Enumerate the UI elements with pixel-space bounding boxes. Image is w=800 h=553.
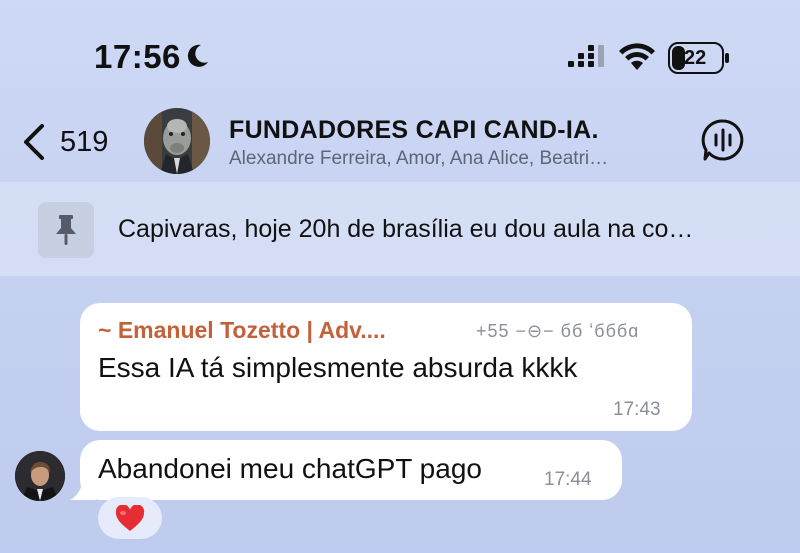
message-bubble[interactable]: ~ Emanuel Tozetto | Adv.... +55 −⊖− бб ʻ… bbox=[80, 303, 692, 431]
wifi-icon bbox=[619, 43, 655, 70]
back-button[interactable]: 519 bbox=[20, 120, 108, 164]
cellular-signal-icon bbox=[568, 45, 604, 67]
chevron-left-icon bbox=[24, 124, 44, 160]
pinned-message-text: Capivaras, hoje 20h de brasília eu dou a… bbox=[118, 215, 694, 243]
message-time: 17:44 bbox=[544, 469, 592, 490]
message-text: Essa IA tá simplesmente absurda kkkk bbox=[98, 352, 578, 383]
moon-icon bbox=[187, 44, 208, 67]
message-sender-line: ~ Emanuel Tozetto | Adv.... +55 −⊖− бб ʻ… bbox=[98, 317, 638, 344]
pinned-message-bar[interactable]: Capivaras, hoje 20h de brasília eu dou a… bbox=[0, 182, 800, 276]
group-members[interactable]: Alexandre Ferreira, Amor, Ana Alice, Bea… bbox=[229, 148, 684, 170]
battery-icon: 22 bbox=[668, 42, 730, 74]
group-title[interactable]: FUNDADORES CAPI CAND-IA. bbox=[229, 116, 599, 145]
group-avatar[interactable] bbox=[144, 108, 210, 174]
message-bubble[interactable]: Abandonei meu chatGPT pago 17:44 bbox=[80, 440, 622, 500]
chat-header: 519 FUNDADORES CAPI CAND-IA. Alexandre F… bbox=[0, 100, 800, 182]
status-time: 17:56 bbox=[94, 38, 181, 75]
sender-name[interactable]: ~ Emanuel Tozetto | Adv.... bbox=[98, 317, 386, 343]
battery-level: 22 bbox=[684, 47, 707, 69]
voice-chat-icon[interactable] bbox=[701, 118, 745, 162]
message-text: Abandonei meu chatGPT pago bbox=[98, 453, 482, 484]
heart-icon bbox=[115, 505, 145, 531]
message-time: 17:43 bbox=[613, 399, 661, 420]
unread-count: 519 bbox=[60, 125, 109, 158]
status-bar: 17:56 22 bbox=[0, 0, 800, 110]
pin-icon bbox=[38, 202, 94, 258]
heart-reaction[interactable] bbox=[98, 497, 162, 539]
sender-phone: +55 −⊖− бб ʻбббɑ bbox=[476, 321, 640, 341]
sender-avatar[interactable] bbox=[15, 451, 65, 501]
